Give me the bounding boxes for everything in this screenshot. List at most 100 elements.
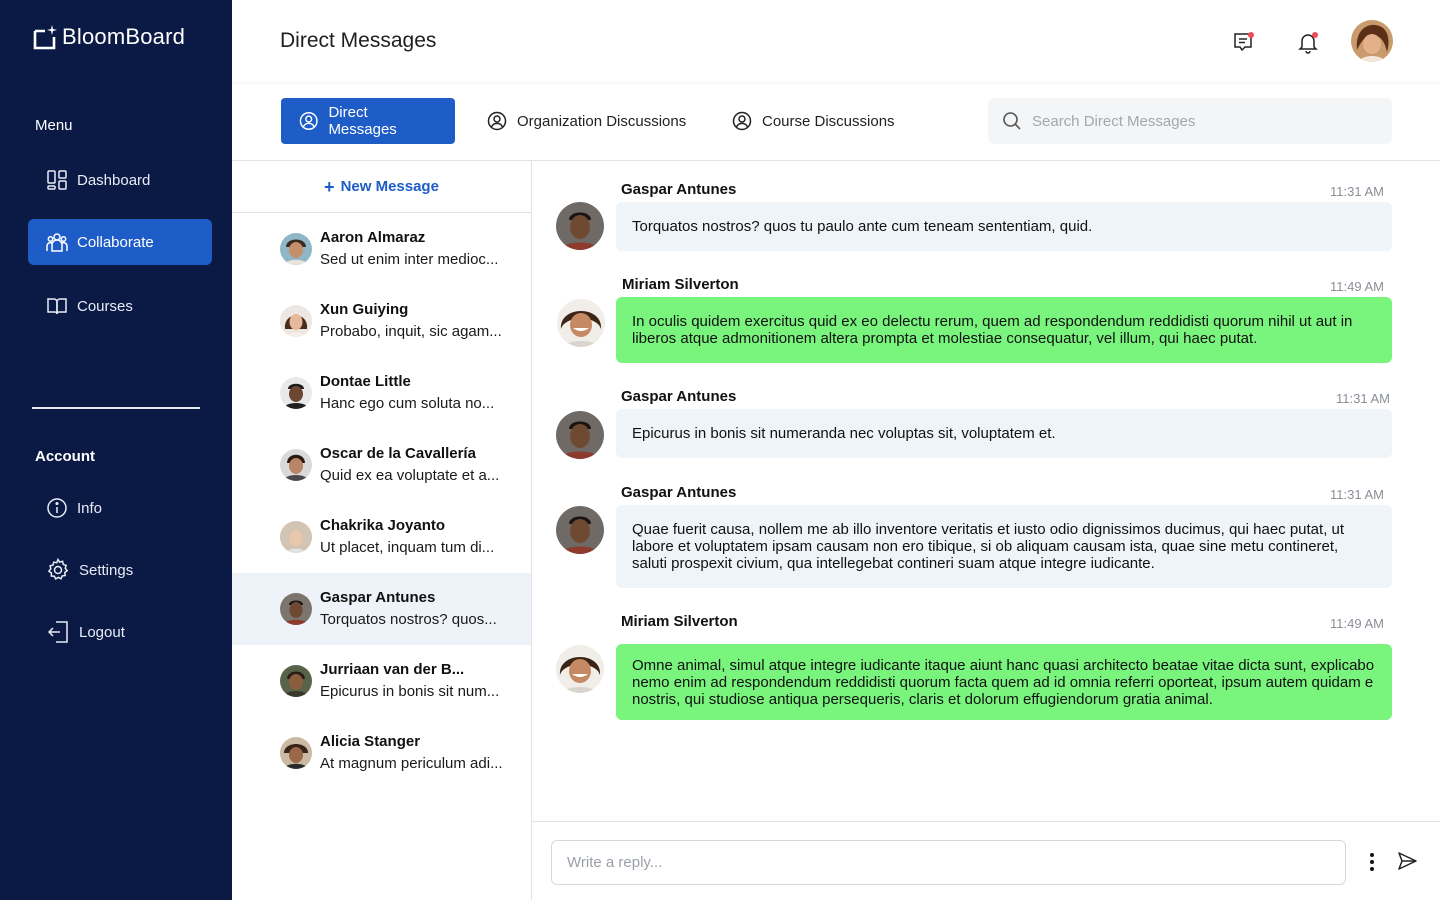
conversation-preview: Epicurus in bonis sit num...	[320, 683, 500, 700]
sidebar-item-settings[interactable]: Settings	[28, 547, 212, 593]
notification-dot	[1248, 32, 1254, 38]
message-sender: Gaspar Antunes	[621, 181, 737, 198]
message-time: 11:49 AM	[1330, 279, 1384, 294]
menu-heading: Menu	[35, 117, 73, 134]
sidebar-item-collaborate[interactable]: Collaborate	[28, 219, 212, 265]
dashboard-icon	[47, 170, 67, 190]
conversation-item[interactable]: Alicia Stanger At magnum periculum adi..…	[232, 717, 531, 789]
conversation-preview: Quid ex ea voluptate et a...	[320, 467, 500, 484]
app-logo[interactable]: BloomBoard	[32, 24, 185, 50]
user-circle-icon	[487, 111, 507, 131]
conversation-preview: Torquatos nostros? quos...	[320, 611, 497, 628]
messages-button[interactable]	[1231, 30, 1255, 54]
new-message-label: New Message	[340, 178, 439, 195]
page-title: Direct Messages	[280, 29, 437, 52]
message-time: 11:31 AM	[1330, 184, 1384, 199]
sidebar-item-label: Courses	[77, 297, 133, 315]
avatar-image	[1351, 20, 1393, 62]
message-thread: Gaspar Antunes 11:31 AM Torquatos nostro…	[532, 161, 1440, 821]
conversation-name: Dontae Little	[320, 373, 411, 390]
reply-input[interactable]	[551, 840, 1346, 885]
sidebar-item-label: Dashboard	[77, 171, 151, 189]
send-icon	[1398, 852, 1417, 870]
account-heading: Account	[35, 448, 95, 465]
message-sender: Miriam Silverton	[622, 276, 739, 293]
top-header: Direct Messages	[232, 0, 1440, 82]
gear-icon	[47, 558, 69, 580]
message-time: 11:31 AM	[1330, 487, 1384, 502]
logo-icon	[33, 25, 57, 50]
message-time: 11:49 AM	[1330, 616, 1384, 631]
more-dots-icon	[1370, 853, 1374, 857]
message-bubble: Epicurus in bonis sit numeranda nec volu…	[616, 409, 1392, 458]
message-bubble: Torquatos nostros? quos tu paulo ante cu…	[616, 202, 1392, 251]
avatar	[280, 593, 312, 625]
sidebar: BloomBoard Menu Dashboard Collaborate Co…	[0, 0, 232, 900]
sidebar-divider	[32, 407, 200, 409]
sidebar-item-label: Settings	[79, 561, 134, 579]
message-time: 11:31 AM	[1336, 391, 1390, 406]
sidebar-item-info[interactable]: Info	[28, 485, 212, 531]
sidebar-item-label: Info	[77, 499, 103, 517]
sidebar-item-label: Collaborate	[77, 233, 154, 251]
conversation-item[interactable]: Aaron Almaraz Sed ut enim inter medioc..…	[232, 213, 531, 285]
conversation-name: Aaron Almaraz	[320, 229, 426, 246]
avatar	[556, 411, 604, 459]
avatar	[280, 449, 312, 481]
notifications-button[interactable]	[1296, 30, 1320, 54]
app-name: BloomBoard	[62, 24, 186, 49]
message-bubble: In oculis quidem exercitus quid ex eo de…	[616, 297, 1392, 363]
avatar	[556, 202, 604, 250]
more-options-button[interactable]	[1362, 851, 1382, 873]
sidebar-item-courses[interactable]: Courses	[28, 283, 212, 329]
search-icon	[1003, 112, 1021, 130]
conversation-item[interactable]: Jurriaan van der B... Epicurus in bonis …	[232, 645, 531, 717]
conversation-name: Alicia Stanger	[320, 733, 421, 750]
sidebar-item-logout[interactable]: Logout	[28, 609, 212, 655]
avatar	[280, 377, 312, 409]
search-input[interactable]	[1032, 112, 1372, 130]
message-bubble: Quae fuerit causa, nollem me ab illo inv…	[616, 505, 1392, 588]
conversation-name: Gaspar Antunes	[320, 589, 436, 606]
conversation-item[interactable]: Dontae Little Hanc ego cum soluta no...	[232, 357, 531, 429]
sidebar-item-dashboard[interactable]: Dashboard	[28, 157, 212, 203]
user-circle-icon	[299, 112, 318, 130]
avatar	[556, 506, 604, 554]
plus-icon: +	[324, 176, 335, 197]
tab-course-discussions[interactable]: Course Discussions	[732, 98, 895, 144]
conversation-name: Xun Guiying	[320, 301, 409, 318]
conversation-preview: Sed ut enim inter medioc...	[320, 251, 499, 268]
new-message-button[interactable]: + New Message	[232, 161, 531, 213]
message-sender: Gaspar Antunes	[621, 484, 737, 501]
conversation-preview: At magnum periculum adi...	[320, 755, 503, 772]
collaborate-icon	[46, 233, 68, 252]
message-bubble: Omne animal, simul atque integre iudican…	[616, 644, 1392, 720]
tab-label: Organization Discussions	[517, 112, 687, 130]
tab-direct-messages[interactable]: Direct Messages	[281, 98, 455, 144]
conversation-item[interactable]: Oscar de la Cavallería Quid ex ea volupt…	[232, 429, 531, 501]
logout-icon	[47, 621, 68, 643]
avatar	[280, 233, 312, 265]
conversation-item[interactable]: Chakrika Joyanto Ut placet, inquam tum d…	[232, 501, 531, 573]
conversation-preview: Hanc ego cum soluta no...	[320, 395, 495, 412]
conversation-item[interactable]: Gaspar Antunes Torquatos nostros? quos..…	[232, 573, 531, 645]
tab-organization-discussions[interactable]: Organization Discussions	[487, 98, 686, 144]
message-sender: Miriam Silverton	[621, 613, 738, 630]
conversation-name: Jurriaan van der B...	[320, 661, 465, 678]
avatar	[280, 521, 312, 553]
message-sender: Gaspar Antunes	[621, 388, 737, 405]
search-box[interactable]	[988, 98, 1392, 144]
conversation-preview: Probabo, inquit, sic agam...	[320, 323, 502, 340]
avatar	[556, 645, 604, 693]
book-icon	[47, 298, 67, 315]
send-button[interactable]	[1396, 850, 1418, 877]
user-avatar[interactable]	[1351, 20, 1393, 62]
tab-label: Direct Messages	[328, 104, 397, 138]
notification-dot	[1312, 32, 1318, 38]
tab-label: Course Discussions	[762, 112, 895, 130]
avatar	[280, 665, 312, 697]
conversation-preview: Ut placet, inquam tum di...	[320, 539, 495, 556]
info-icon	[47, 498, 67, 518]
conversation-item[interactable]: Xun Guiying Probabo, inquit, sic agam...	[232, 285, 531, 357]
avatar	[280, 305, 312, 337]
